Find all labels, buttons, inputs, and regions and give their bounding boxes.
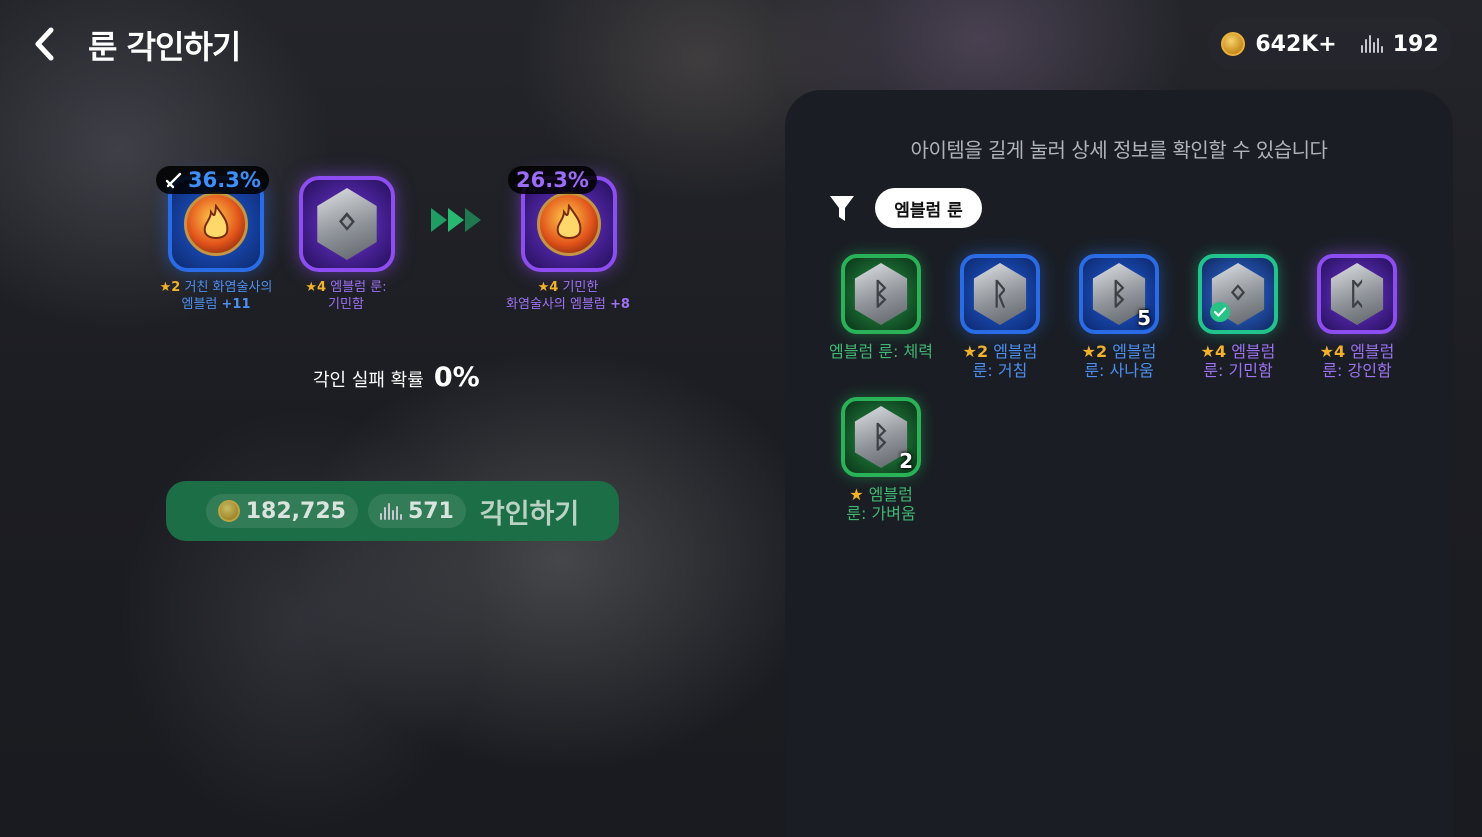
rune-item-count: 5 bbox=[1137, 306, 1151, 330]
rune-item-name-line2: 룬: 사나움 bbox=[1084, 361, 1154, 380]
material-star: ★4 bbox=[305, 280, 327, 295]
material-name-line1: 엠블럼 룬: bbox=[330, 280, 387, 295]
rune-stone-icon: ᛈ bbox=[1330, 263, 1384, 325]
shard-icon bbox=[1360, 35, 1383, 53]
rune-stone-icon: ᛒ bbox=[854, 263, 908, 325]
rune-item-slot: ᛒ 5 bbox=[1079, 254, 1159, 334]
rune-item-caption: ★ 엠블럼 룬: 가벼움 bbox=[821, 485, 941, 523]
result-level: +8 bbox=[610, 297, 630, 312]
target-chance: 36.3% bbox=[188, 168, 261, 192]
gold-amount: 642K+ bbox=[1255, 31, 1337, 57]
result-name-line1: 기민한 bbox=[562, 280, 599, 295]
page-title: 룬 각인하기 bbox=[88, 28, 241, 66]
rune-item-name-line1: 엠블럼 bbox=[868, 485, 913, 504]
rune-item[interactable]: ᛒ 5 ★2 엠블럼 룬: 사나움 bbox=[1059, 254, 1179, 380]
rune-item[interactable]: ᛈ ★4 엠블럼 룬: 강인함 bbox=[1297, 254, 1417, 380]
gold-cost-value: 182,725 bbox=[245, 498, 346, 524]
result-name-line2: 화염술사의 엠블럼 bbox=[506, 297, 606, 312]
fail-chance-label: 각인 실패 확률 bbox=[313, 370, 424, 391]
rune-stone-icon: ᛜ bbox=[317, 188, 377, 260]
flame-icon bbox=[203, 204, 229, 239]
rune-item-slot: ᛈ bbox=[1317, 254, 1397, 334]
rune-item-selected[interactable]: ᛜ ★4 엠블럼 룬: 기민함 bbox=[1178, 254, 1298, 380]
shard-icon bbox=[379, 502, 402, 520]
shard-amount: 192 bbox=[1392, 31, 1439, 57]
target-caption: ★2 거친 화염술사의 엠블럼 +11 bbox=[146, 279, 286, 313]
rune-item-caption: ★2 엠블럼 룬: 거침 bbox=[940, 342, 1060, 380]
flame-emblem-icon bbox=[184, 192, 248, 256]
rune-item[interactable]: ᚱ ★2 엠블럼 룬: 거침 bbox=[940, 254, 1060, 380]
rune-stone-icon: ᚱ bbox=[973, 263, 1027, 325]
result-star: ★4 bbox=[537, 280, 559, 295]
rune-item-name-line2: 룬: 거침 bbox=[972, 361, 1028, 380]
material-caption: ★4 엠블럼 룬: 기민함 bbox=[276, 279, 416, 313]
rune-item-name-line1: 엠블럼 bbox=[1350, 342, 1395, 361]
rune-item-slot: ᛒ bbox=[841, 254, 921, 334]
rune-item-slot: ᛒ 2 bbox=[841, 397, 921, 477]
rune-item-caption: ★4 엠블럼 룬: 기민함 bbox=[1178, 342, 1298, 380]
checkmark-icon bbox=[1210, 302, 1230, 322]
result-chance: 26.3% bbox=[516, 168, 589, 192]
rune-item-caption: ★2 엠블럼 룬: 사나움 bbox=[1059, 342, 1179, 380]
rune-item-count: 2 bbox=[899, 449, 913, 473]
rune-item-name-line1: 엠블럼 bbox=[993, 342, 1038, 361]
target-name-line1: 거친 화염술사의 bbox=[184, 280, 273, 295]
currency-display[interactable]: 642K+ 192 bbox=[1208, 18, 1452, 70]
rune-item-slot: ᛜ bbox=[1198, 254, 1278, 334]
rune-item-name-line1: 엠블럼 bbox=[1112, 342, 1157, 361]
result-chance-badge: 26.3% bbox=[508, 166, 597, 194]
shard-cost-value: 571 bbox=[407, 498, 454, 524]
rune-item-star: ★ bbox=[849, 485, 864, 504]
target-chance-badge: 36.3% bbox=[156, 166, 269, 194]
sword-icon bbox=[165, 172, 182, 189]
gold-cost: 182,725 bbox=[205, 494, 358, 528]
rune-item-name-line2: 룬: 강인함 bbox=[1322, 361, 1392, 380]
panel-hint: 아이템을 길게 눌러 상세 정보를 확인할 수 있습니다 bbox=[910, 138, 1328, 162]
forward-arrows-icon bbox=[431, 208, 481, 232]
rune-item-slot: ᚱ bbox=[960, 254, 1040, 334]
rune-item-star: ★2 bbox=[962, 342, 989, 361]
filter-chip-emblem-rune[interactable]: 엠블럼 룬 bbox=[875, 188, 982, 228]
rune-inventory-panel: 아이템을 길게 눌러 상세 정보를 확인할 수 있습니다 엠블럼 룬 ᛒ 엠블럼… bbox=[785, 90, 1453, 837]
fail-chance-row: 각인 실패 확률 0% bbox=[313, 362, 480, 393]
rune-item-name: 엠블럼 룬: 체력 bbox=[829, 342, 933, 361]
gold-coin-icon bbox=[1221, 32, 1246, 56]
shard-cost: 571 bbox=[367, 494, 466, 528]
rune-item-caption: 엠블럼 룬: 체력 bbox=[821, 342, 941, 361]
target-star: ★2 bbox=[159, 280, 181, 295]
flame-icon bbox=[556, 204, 582, 239]
chevron-left-icon bbox=[35, 27, 54, 61]
filter-icon[interactable] bbox=[829, 194, 855, 224]
result-caption: ★4 기민한 화염술사의 엠블럼 +8 bbox=[498, 279, 638, 313]
material-rune-slot[interactable]: ᛜ bbox=[299, 176, 395, 272]
rune-item-name-line1: 엠블럼 bbox=[1231, 342, 1276, 361]
rune-item-name-line2: 룬: 가벼움 bbox=[846, 504, 916, 523]
top-bar: 룬 각인하기 642K+ 192 bbox=[0, 0, 1482, 90]
engrave-button[interactable]: 182,725 571 각인하기 bbox=[166, 481, 619, 541]
rune-item-star: ★2 bbox=[1081, 342, 1108, 361]
rune-item[interactable]: ᛒ 엠블럼 룬: 체력 bbox=[821, 254, 941, 361]
rune-item-star: ★4 bbox=[1200, 342, 1227, 361]
engrave-button-label: 각인하기 bbox=[479, 498, 580, 530]
flame-emblem-icon bbox=[537, 192, 601, 256]
back-button[interactable] bbox=[26, 24, 62, 64]
target-name-line2: 엠블럼 bbox=[181, 297, 218, 312]
rune-item-name-line2: 룬: 기민함 bbox=[1203, 361, 1273, 380]
material-name-line2: 기민함 bbox=[328, 297, 364, 312]
rune-item[interactable]: ᛒ 2 ★ 엠블럼 룬: 가벼움 bbox=[821, 397, 941, 523]
rune-item-star: ★4 bbox=[1319, 342, 1346, 361]
target-level: +11 bbox=[221, 297, 251, 312]
gold-coin-icon bbox=[217, 500, 240, 522]
rune-item-caption: ★4 엠블럼 룬: 강인함 bbox=[1297, 342, 1417, 380]
fail-chance-value: 0% bbox=[433, 362, 480, 393]
